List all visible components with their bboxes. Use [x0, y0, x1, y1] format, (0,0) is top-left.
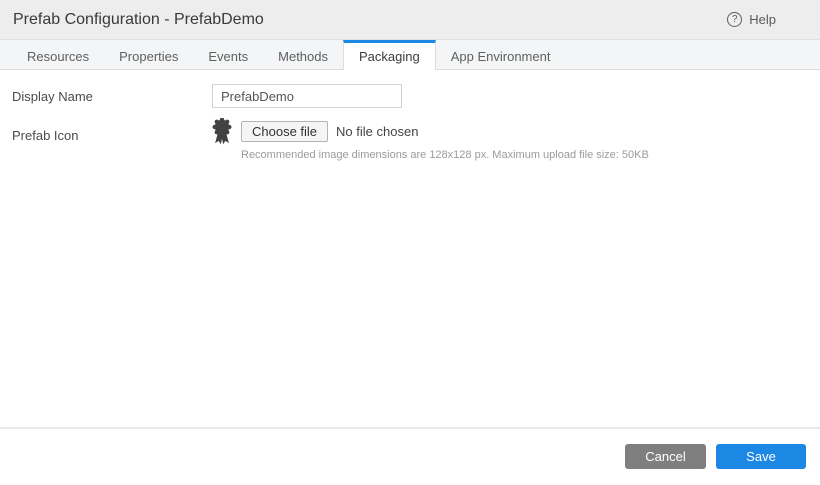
medal-icon — [212, 117, 232, 145]
tab-properties[interactable]: Properties — [104, 40, 193, 69]
dialog-footer: Cancel Save — [0, 427, 820, 485]
prefab-icon-label: Prefab Icon — [12, 128, 79, 143]
tab-app-environment[interactable]: App Environment — [436, 40, 566, 69]
help-icon: ? — [727, 12, 743, 27]
tab-packaging[interactable]: Packaging — [343, 40, 436, 70]
tab-events[interactable]: Events — [193, 40, 263, 69]
display-name-row: Display Name — [12, 84, 808, 108]
packaging-panel: Display Name Prefab Icon — [0, 70, 820, 161]
file-line: Choose file No file chosen — [212, 117, 649, 145]
file-upload-control: Choose file No file chosen — [241, 121, 418, 142]
help-button[interactable]: ? Help — [727, 12, 776, 27]
display-name-label: Display Name — [12, 88, 93, 104]
page-title: Prefab Configuration - PrefabDemo — [13, 10, 264, 28]
save-button[interactable]: Save — [716, 444, 806, 469]
tab-methods[interactable]: Methods — [263, 40, 343, 69]
upload-hint-text: Recommended image dimensions are 128x128… — [241, 149, 649, 161]
file-status-text: No file chosen — [336, 124, 419, 139]
tab-bar: Resources Properties Events Methods Pack… — [0, 40, 820, 70]
cancel-button[interactable]: Cancel — [625, 444, 706, 469]
choose-file-button[interactable]: Choose file — [241, 121, 329, 142]
display-name-input[interactable] — [212, 84, 402, 108]
prefab-icon-field: Choose file No file chosen Recommended i… — [212, 117, 649, 161]
prefab-icon-row: Prefab Icon Choose file No file chosen R… — [12, 117, 808, 161]
dialog-header: Prefab Configuration - PrefabDemo ? Help — [0, 0, 820, 40]
help-label: Help — [749, 12, 776, 27]
tab-resources[interactable]: Resources — [12, 40, 104, 69]
